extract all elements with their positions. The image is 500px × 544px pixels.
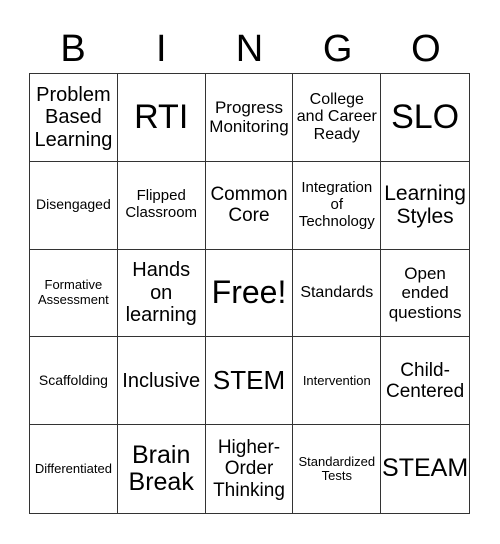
bingo-cell[interactable]: STEM — [205, 337, 294, 426]
header-letter-o: O — [411, 28, 441, 70]
bingo-cell[interactable]: STEAM — [381, 425, 469, 513]
header-letter-i: I — [156, 28, 167, 70]
free-space-cell[interactable]: Free! — [205, 249, 294, 338]
header-letter-n: N — [235, 28, 264, 70]
bingo-cell[interactable]: Inclusive — [117, 337, 206, 426]
bingo-cell[interactable]: Learning Styles — [381, 162, 469, 250]
bingo-cell[interactable]: Integration of Technology — [293, 161, 382, 250]
bingo-cell[interactable]: Brain Break — [118, 425, 206, 513]
bingo-cell[interactable]: Standardized Tests — [293, 425, 382, 513]
bingo-cell[interactable]: Disengaged — [30, 161, 118, 250]
bingo-cell[interactable]: Intervention — [293, 337, 382, 426]
bingo-cell[interactable]: Flipped Classroom — [117, 161, 206, 250]
bingo-cell[interactable]: Scaffolding — [30, 337, 118, 426]
header-letter-b: B — [60, 28, 86, 70]
bingo-cell[interactable]: Higher-Order Thinking — [206, 425, 294, 513]
bingo-cell[interactable]: Standards — [293, 249, 382, 338]
bingo-cell[interactable]: Child-Centered — [381, 337, 469, 426]
bingo-cell[interactable]: SLO — [381, 74, 469, 162]
bingo-cell[interactable]: Progress Monitoring — [205, 74, 294, 162]
bingo-board: Problem Based Learning RTI Progress Moni… — [29, 73, 470, 514]
bingo-header: B I N G O — [29, 26, 470, 72]
header-letter-g: G — [322, 28, 353, 70]
bingo-cell[interactable]: Problem Based Learning — [30, 74, 118, 162]
bingo-cell[interactable]: Differentiated — [30, 425, 118, 513]
bingo-cell[interactable]: RTI — [117, 74, 206, 162]
bingo-cell[interactable]: Common Core — [205, 161, 294, 250]
bingo-cell[interactable]: College and Career Ready — [293, 74, 382, 162]
bingo-cell[interactable]: Open ended questions — [381, 250, 469, 338]
bingo-cell[interactable]: Hands on learning — [117, 249, 206, 338]
bingo-cell[interactable]: Formative Assessment — [30, 249, 118, 338]
